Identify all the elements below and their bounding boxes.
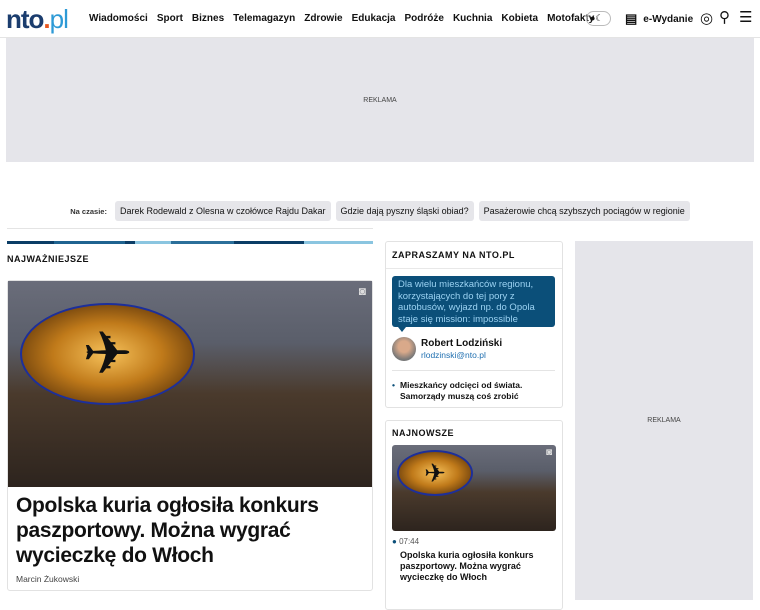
search-icon[interactable]: ⚲ — [719, 8, 730, 26]
invite-title: ZAPRASZAMY NA NTO.PL — [386, 242, 562, 269]
logo[interactable]: nto.pl — [6, 4, 69, 35]
airplane-image: ✈ — [20, 303, 195, 405]
nav-item[interactable]: Sport — [157, 13, 183, 24]
nav-item[interactable]: Telemagazyn — [233, 13, 295, 24]
airplane-image: ✈ — [397, 450, 473, 496]
trending-chip[interactable]: Gdzie dają pyszny śląski obiad? — [335, 201, 474, 221]
trending-label: Na czasie: — [70, 206, 107, 216]
latest-title: NAJNOWSZE — [392, 428, 455, 438]
ad-banner: REKLAMA — [6, 38, 754, 162]
invite-link[interactable]: • Mieszkańcy odcięci od świata. Samorządy… — [392, 380, 555, 402]
camera-icon: ◙ — [545, 447, 552, 458]
nav-item[interactable]: Edukacja — [352, 13, 396, 24]
trending-chip[interactable]: Darek Rodewald z Olesna w czołówce Rajdu… — [114, 201, 331, 221]
divider — [392, 370, 555, 371]
nav-item[interactable]: Biznes — [192, 13, 224, 24]
camera-icon: ◙ — [358, 284, 366, 298]
quote-bubble[interactable]: Dla wielu mieszkańców regionu, korzystaj… — [392, 276, 555, 327]
newspaper-icon: ▤ — [625, 11, 638, 26]
dark-mode-toggle[interactable]: ●☾ — [586, 11, 611, 26]
article-image: ✈ ◙ — [8, 281, 372, 487]
nav-item[interactable]: Podróże — [404, 13, 443, 24]
latest-time: ● 07:44 — [392, 537, 420, 546]
e-wydanie-link[interactable]: ▤ e-Wydanie — [625, 11, 693, 27]
section-title: NAJWAŻNIEJSZE — [7, 254, 90, 264]
latest-image[interactable]: ✈ ◙ — [392, 445, 556, 531]
trending-chip[interactable]: Pasażerowie chcą szybszych pociągów w re… — [478, 201, 690, 221]
avatar — [392, 337, 416, 361]
author-email[interactable]: rlodzinski@nto.pl — [421, 350, 486, 360]
article-author: Marcin Żukowski — [16, 574, 80, 584]
main-nav: Wiadomości Sport Biznes Telemagazyn Zdro… — [89, 13, 594, 24]
nav-item[interactable]: Zdrowie — [304, 13, 342, 24]
nav-item[interactable]: Wiadomości — [89, 13, 148, 24]
trending-bar: Na czasie: Darek Rodewald z Olesna w czo… — [0, 201, 760, 221]
latest-headline[interactable]: Opolska kuria ogłosiła konkurs paszporto… — [400, 550, 556, 583]
header: nto.pl Wiadomości Sport Biznes Telemagaz… — [0, 0, 760, 38]
divider — [7, 228, 373, 229]
nav-item[interactable]: Kuchnia — [453, 13, 492, 24]
ad-side: REKLAMA — [575, 241, 753, 600]
featured-article[interactable]: ✈ ◙ Opolska kuria ogłosiła konkurs paszp… — [7, 280, 373, 591]
nav-item[interactable]: Kobieta — [501, 13, 538, 24]
menu-icon[interactable]: ☰ — [739, 8, 752, 26]
user-icon[interactable]: ◎ — [700, 9, 713, 27]
latest-box: NAJNOWSZE ✈ ◙ ● 07:44 Opolska kuria ogło… — [385, 420, 563, 610]
section-color-bar — [7, 241, 373, 244]
bubble-tail — [398, 327, 406, 332]
author-name[interactable]: Robert Lodziński — [421, 338, 502, 349]
article-title[interactable]: Opolska kuria ogłosiła konkurs paszporto… — [8, 487, 372, 568]
